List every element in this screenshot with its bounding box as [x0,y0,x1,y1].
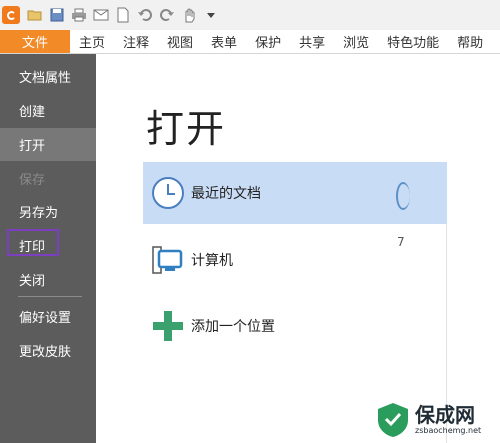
tab-view[interactable]: 视图 [158,30,202,53]
location-label: 计算机 [191,253,233,269]
folder-open-icon[interactable] [26,6,44,24]
app-logo-icon[interactable] [2,6,20,24]
sidebar-item-change-skin[interactable]: 更改皮肤 [0,334,96,367]
location-add-place[interactable]: 添加一个位置 [143,295,447,357]
tab-file[interactable]: 文件 [0,30,70,53]
hand-tool-icon[interactable] [180,6,198,24]
sidebar-divider [18,296,82,297]
location-label: 添加一个位置 [191,319,275,335]
sidebar-item-document-properties[interactable]: 文档属性 [0,60,96,93]
tab-comment[interactable]: 注释 [114,30,158,53]
print-icon[interactable] [70,6,88,24]
dropdown-icon[interactable] [202,6,220,24]
location-label: 最近的文档 [191,186,261,202]
plus-icon [151,309,185,343]
watermark-url: zsbaochemg.net [415,425,482,435]
print-highlight-box [7,229,59,256]
ribbon-tab-bar: 文件 主页 注释 视图 表单 保护 共享 浏览 特色功能 帮助 [0,30,500,54]
backstage-main: 打开 最近的文档 计算机 添加一个位置 [96,54,500,443]
watermark: 保成网 zsbaochemg.net [374,396,500,443]
tab-features[interactable]: 特色功能 [378,30,448,53]
sidebar-item-preferences[interactable]: 偏好设置 [0,300,96,333]
page-title: 打开 [146,107,227,151]
tab-form[interactable]: 表单 [202,30,246,53]
sidebar-item-save-as[interactable]: 另存为 [0,195,96,228]
tab-browse[interactable]: 浏览 [334,30,378,53]
computer-icon [151,243,185,277]
email-icon[interactable] [92,6,110,24]
partial-clock-icon [396,182,410,210]
tab-home[interactable]: 主页 [70,30,114,53]
redo-icon[interactable] [158,6,176,24]
watermark-title: 保成网 [415,402,475,427]
sidebar-item-save: 保存 [19,173,46,188]
undo-icon[interactable] [136,6,154,24]
partial-text: 7 [397,235,405,249]
tab-protect[interactable]: 保护 [246,30,290,53]
clock-icon [151,176,185,210]
sidebar-item-open[interactable]: 打开 [0,128,96,161]
sidebar-item-create[interactable]: 创建 [0,94,96,127]
save-icon[interactable] [48,6,66,24]
new-document-icon[interactable] [114,6,132,24]
sidebar-item-close[interactable]: 关闭 [0,263,96,296]
quick-access-toolbar [0,0,500,30]
shield-logo-icon [378,402,408,437]
tab-help[interactable]: 帮助 [448,30,492,53]
tab-share[interactable]: 共享 [290,30,334,53]
